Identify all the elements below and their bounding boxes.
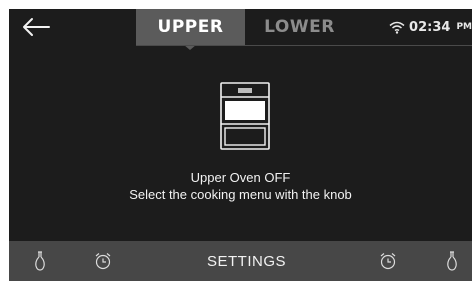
probe-icon — [35, 251, 45, 271]
settings-label: SETTINGS — [206, 252, 286, 270]
settings-button[interactable]: SETTINGS — [179, 241, 314, 281]
tab-upper-label: UPPER — [157, 17, 224, 37]
timer-button-left[interactable] — [88, 241, 118, 281]
probe-button-left[interactable] — [25, 241, 55, 281]
probe-button-right[interactable] — [437, 241, 467, 281]
timer-icon — [95, 253, 111, 270]
timer-button-right[interactable] — [373, 241, 403, 281]
back-button[interactable] — [17, 12, 55, 42]
instruction-text: Select the cooking menu with the knob — [129, 187, 352, 202]
clock-ampm: PM — [456, 22, 472, 32]
bottom-bar: SETTINGS — [9, 241, 472, 281]
top-bar: UPPER LOWER 02:34 PM — [9, 9, 472, 45]
clock-time: 02:34 — [409, 19, 451, 35]
arrow-left-icon — [23, 18, 50, 36]
oven-status-text: Upper Oven OFF — [190, 170, 291, 185]
wifi-icon — [389, 21, 405, 34]
oven-display: UPPER LOWER 02:34PM Upper Oven OFF Sele — [9, 9, 472, 281]
status-area: 02:34 PM — [389, 9, 472, 45]
tab-lower[interactable]: LOWER — [245, 9, 354, 45]
tab-upper[interactable]: UPPER — [136, 9, 245, 45]
probe-icon — [447, 251, 457, 271]
tab-lower-label: LOWER — [264, 17, 335, 37]
timer-icon — [380, 253, 396, 270]
oven-icon — [220, 82, 270, 150]
main-panel: Upper Oven OFF Select the cooking menu w… — [9, 46, 472, 241]
